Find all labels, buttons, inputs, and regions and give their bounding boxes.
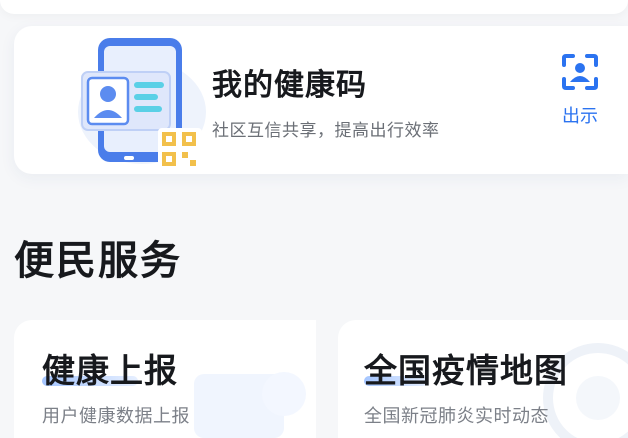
- service-epidemic-map[interactable]: 全国疫情地图 全国新冠肺炎实时动态: [338, 320, 628, 438]
- show-code-button[interactable]: 出示: [550, 52, 610, 132]
- phone-id-illustration-icon: [78, 38, 206, 172]
- page: 我的健康码 社区互信共享，提高出行效率 出示 便民服务 健康上报 用户健康数据上…: [0, 0, 628, 438]
- scan-icon: [562, 54, 598, 90]
- health-code-card[interactable]: 我的健康码 社区互信共享，提高出行效率 出示: [14, 26, 628, 174]
- service-subtitle: 用户健康数据上报: [42, 406, 190, 427]
- service-title: 全国疫情地图: [364, 351, 568, 390]
- show-code-label: 出示: [562, 106, 598, 127]
- health-code-subtitle: 社区互信共享，提高出行效率: [212, 121, 440, 141]
- service-health-report[interactable]: 健康上报 用户健康数据上报: [14, 320, 316, 438]
- section-title: 便民服务: [14, 238, 182, 284]
- top-card-remnant: [0, 0, 628, 14]
- service-subtitle: 全国新冠肺炎实时动态: [364, 406, 549, 427]
- health-code-title: 我的健康码: [212, 68, 367, 103]
- service-title: 健康上报: [42, 351, 178, 390]
